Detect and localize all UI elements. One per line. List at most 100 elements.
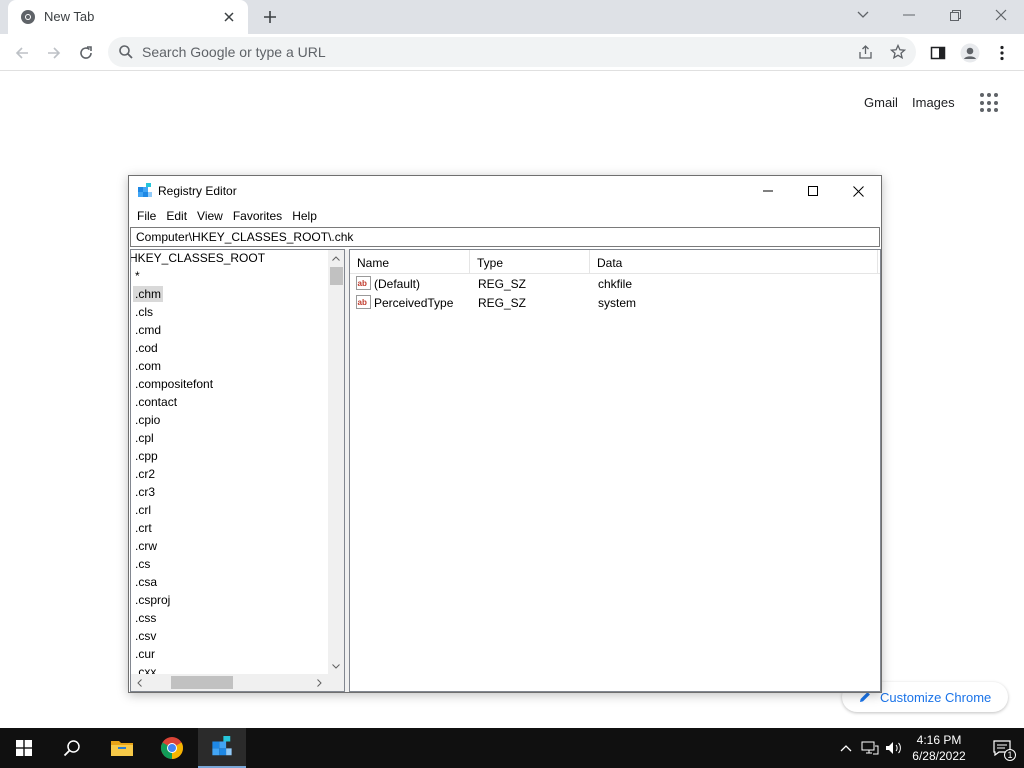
- omnibox-input[interactable]: [142, 37, 822, 67]
- tree-vertical-scrollbar[interactable]: [328, 250, 344, 674]
- tree-item-compositefont[interactable]: .compositefont: [133, 376, 215, 392]
- new-tab-button[interactable]: [258, 6, 282, 28]
- restore-button[interactable]: [932, 0, 978, 30]
- tree-item-crl[interactable]: .crl: [133, 502, 153, 518]
- minimize-button[interactable]: [886, 0, 932, 30]
- tab-close-button[interactable]: [220, 8, 238, 26]
- tree-horizontal-scrollbar[interactable]: [131, 674, 344, 691]
- taskbar-file-explorer[interactable]: [98, 728, 146, 768]
- taskbar-search-button[interactable]: [48, 728, 96, 768]
- tree-item-csproj[interactable]: .csproj: [133, 592, 172, 608]
- list-header: Name Type Data: [350, 250, 880, 274]
- column-header-name[interactable]: Name: [350, 250, 470, 274]
- scroll-left-button[interactable]: [131, 674, 148, 691]
- chrome-favicon-icon: [21, 10, 35, 24]
- share-button[interactable]: [856, 42, 876, 62]
- volume-button[interactable]: [884, 738, 904, 758]
- tree-item-cod[interactable]: .cod: [133, 340, 160, 356]
- regedit-menubar: File Edit View Favorites Help: [129, 206, 881, 226]
- tree-item-cr3[interactable]: .cr3: [133, 484, 157, 500]
- regedit-titlebar[interactable]: Registry Editor: [129, 176, 881, 206]
- clock-date: 6/28/2022: [912, 749, 966, 763]
- tree-item-csa[interactable]: .csa: [133, 574, 159, 590]
- windows-logo-icon: [16, 740, 32, 756]
- action-center-button[interactable]: 1: [980, 728, 1024, 768]
- tree-item-csv[interactable]: .csv: [133, 628, 158, 644]
- google-apps-button[interactable]: [978, 91, 1002, 115]
- table-row[interactable]: ab (Default) REG_SZ chkfile: [350, 275, 880, 294]
- hscroll-thumb[interactable]: [171, 676, 233, 689]
- tree-item-root[interactable]: HKEY_CLASSES_ROOT: [131, 250, 267, 266]
- value-data: chkfile: [598, 277, 633, 291]
- menu-file[interactable]: File: [132, 209, 161, 223]
- tree-item-cpp[interactable]: .cpp: [133, 448, 160, 464]
- value-name: PerceivedType: [374, 296, 454, 310]
- close-icon: [995, 9, 1007, 21]
- tree-item-cxx[interactable]: .cxx: [133, 664, 158, 674]
- close-icon: [852, 185, 864, 197]
- regedit-address-bar[interactable]: Computer\HKEY_CLASSES_ROOT\.chk: [130, 227, 880, 247]
- side-panel-button[interactable]: [924, 39, 952, 67]
- side-panel-icon: [930, 46, 946, 60]
- taskbar-chrome[interactable]: [148, 728, 196, 768]
- folder-icon: [111, 741, 133, 756]
- apps-dot: [994, 100, 998, 105]
- close-window-button[interactable]: [978, 0, 1024, 30]
- show-hidden-icons-button[interactable]: [836, 738, 856, 758]
- tree-item-star[interactable]: *: [133, 268, 142, 284]
- tree-item-cs[interactable]: .cs: [133, 556, 152, 572]
- tree-item-cpio[interactable]: .cpio: [133, 412, 162, 428]
- tree-item-crw[interactable]: .crw: [133, 538, 159, 554]
- scroll-down-button[interactable]: [328, 658, 344, 674]
- tree-item-cmd[interactable]: .cmd: [133, 322, 163, 338]
- regedit-values-pane: Name Type Data ab (Default) REG_SZ chkfi…: [349, 249, 881, 692]
- minimize-icon: [763, 190, 773, 192]
- back-button[interactable]: [8, 39, 36, 67]
- star-icon: [890, 44, 906, 60]
- bookmark-button[interactable]: [888, 42, 908, 62]
- profile-button[interactable]: [956, 39, 984, 67]
- reload-button[interactable]: [72, 39, 100, 67]
- tab-new-tab[interactable]: New Tab: [8, 0, 248, 34]
- images-link[interactable]: Images: [912, 95, 955, 110]
- regedit-minimize-button[interactable]: [745, 176, 791, 206]
- tree-item-cr2[interactable]: .cr2: [133, 466, 157, 482]
- column-header-data[interactable]: Data: [590, 250, 878, 274]
- menu-edit[interactable]: Edit: [161, 209, 192, 223]
- tree-item-css[interactable]: .css: [133, 610, 158, 626]
- table-row[interactable]: ab PerceivedType REG_SZ system: [350, 294, 880, 313]
- menu-view[interactable]: View: [192, 209, 228, 223]
- start-button[interactable]: [0, 728, 48, 768]
- customize-chrome-label: Customize Chrome: [880, 689, 992, 705]
- tree-item-cls[interactable]: .cls: [133, 304, 155, 320]
- value-data: system: [598, 296, 637, 310]
- tree-item-cur[interactable]: .cur: [133, 646, 157, 662]
- network-button[interactable]: [860, 738, 880, 758]
- regedit-close-button[interactable]: [835, 176, 881, 206]
- forward-button[interactable]: [40, 39, 68, 67]
- apps-dot: [980, 93, 984, 97]
- taskbar-registry-editor[interactable]: [198, 728, 246, 768]
- column-header-type[interactable]: Type: [470, 250, 590, 274]
- reg-sz-icon: ab: [356, 295, 371, 309]
- tree-item-chm[interactable]: .chm: [133, 286, 164, 302]
- omnibox[interactable]: [108, 37, 916, 67]
- scroll-up-button[interactable]: [328, 250, 344, 266]
- apps-dot: [987, 100, 991, 105]
- taskbar-clock[interactable]: 4:16 PM 6/28/2022: [904, 732, 974, 764]
- scroll-right-button[interactable]: [311, 674, 328, 691]
- menu-favorites[interactable]: Favorites: [228, 209, 287, 223]
- chrome-menu-button[interactable]: [988, 39, 1016, 67]
- reload-icon: [80, 46, 92, 59]
- menu-help[interactable]: Help: [287, 209, 322, 223]
- tree-item-com[interactable]: .com: [133, 358, 163, 374]
- windows-taskbar: 4:16 PM 6/28/2022 1: [0, 728, 1024, 768]
- tree-item-crt[interactable]: .crt: [133, 520, 154, 536]
- tree-item-contact[interactable]: .contact: [133, 394, 179, 410]
- gmail-link[interactable]: Gmail: [864, 95, 898, 110]
- scroll-thumb[interactable]: [330, 267, 343, 285]
- regedit-maximize-button[interactable]: [790, 176, 836, 206]
- more-vertical-icon: [1000, 45, 1004, 61]
- tab-search-button[interactable]: [840, 0, 886, 30]
- tree-item-cpl[interactable]: .cpl: [133, 430, 156, 446]
